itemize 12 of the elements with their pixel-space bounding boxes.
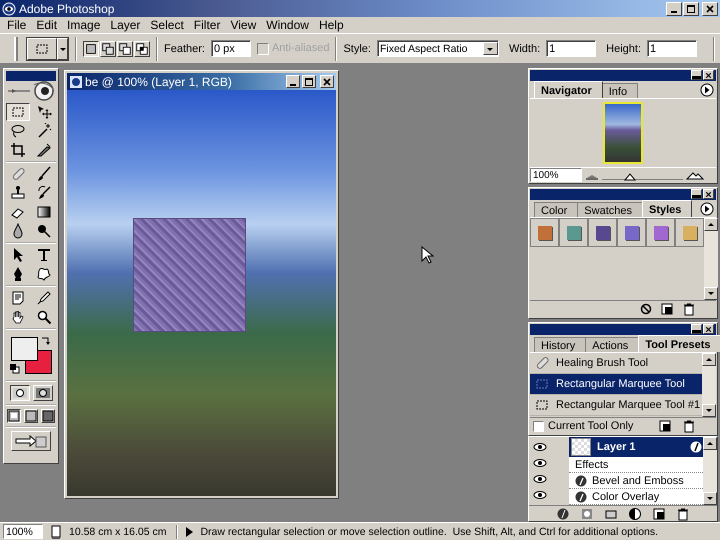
feather-label: Feather: [164, 42, 205, 54]
layer-name: Layer 1 [597, 441, 637, 453]
width-label: Width: [508, 42, 540, 54]
tool-preset-name: Rectangular Marquee Tool #1 [556, 399, 700, 411]
tool-preset-name: Healing Brush Tool [556, 357, 648, 369]
style-label: Style: [343, 42, 371, 54]
status-hint: Draw rectangular selection or move selection outline. Use Shift, Alt, and Ctrl for additional options. [200, 526, 658, 538]
height-label: Height: [606, 42, 642, 54]
tool-preset-name: Rectangular Marquee Tool [556, 378, 685, 390]
document-title: be @ 100% (Layer 1, RGB) [85, 74, 233, 88]
window-title: Adobe Photoshop [19, 2, 116, 16]
document-size: 10.58 cm x 16.05 cm [69, 526, 168, 538]
